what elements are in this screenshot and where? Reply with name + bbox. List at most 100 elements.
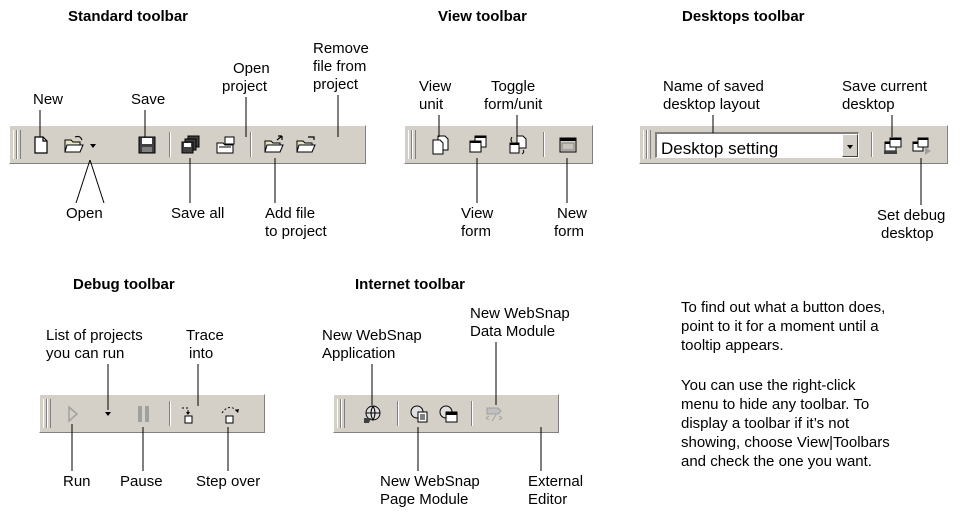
label-pause: Pause: [120, 473, 163, 490]
label-websnap-app-2: Application: [322, 345, 396, 362]
label-websnap-page-2: Page Module: [380, 491, 469, 508]
open-folder-icon: [64, 135, 84, 153]
new-form-icon: [559, 137, 577, 153]
websnap-page-module-icon: [410, 405, 428, 423]
label-new-form-2: form: [554, 223, 584, 240]
toolbar-separator: [871, 132, 873, 157]
save-all-button[interactable]: [180, 134, 202, 156]
label-trace-into-1: Trace: [186, 327, 224, 344]
desktops-toolbar: Desktop setting: [639, 125, 948, 164]
desktop-layout-value: Desktop setting: [661, 139, 779, 158]
callout-line: [75, 159, 91, 204]
standard-toolbar: [9, 125, 366, 164]
note-right-click: You can use the right-click menu to hide…: [681, 377, 890, 470]
label-view-form-2: form: [461, 223, 491, 240]
label-toggle-2: form/unit: [484, 96, 543, 113]
pause-button[interactable]: [133, 403, 155, 425]
standard-toolbar-title: Standard toolbar: [68, 8, 189, 25]
label-set-debug-1: Set debug: [877, 207, 946, 224]
run-projects-dropdown-button[interactable]: [102, 403, 114, 425]
label-desktop-name-2: desktop layout: [663, 96, 760, 113]
new-websnap-data-module-button[interactable]: [437, 403, 459, 425]
label-toggle-1: Toggle: [491, 78, 536, 95]
desktop-layout-select[interactable]: Desktop setting: [655, 132, 859, 158]
view-form-button[interactable]: [467, 134, 489, 156]
toggle-form-unit-button[interactable]: [507, 134, 529, 156]
label-websnap-data-2: Data Module: [470, 323, 556, 340]
label-websnap-app-1: New WebSnap: [322, 327, 422, 344]
open-button[interactable]: [63, 134, 85, 156]
new-websnap-page-module-button[interactable]: [408, 403, 430, 425]
toolbar-separator: [471, 401, 473, 426]
internet-toolbar: [333, 394, 559, 433]
debug-toolbar-title: Debug toolbar: [73, 276, 175, 293]
new-button[interactable]: [30, 134, 52, 156]
save-current-desktop-button[interactable]: [882, 134, 904, 156]
internet-toolbar-title: Internet toolbar: [355, 276, 466, 293]
set-debug-desktop-button[interactable]: [910, 134, 932, 156]
dropdown-arrow-icon: [90, 144, 96, 148]
label-new-form-1: New: [557, 205, 588, 222]
toolbar-separator: [543, 132, 545, 157]
label-remove-1: Remove: [313, 40, 369, 57]
new-websnap-application-button[interactable]: [362, 403, 384, 425]
new-form-button[interactable]: [557, 134, 579, 156]
websnap-application-icon: [364, 405, 381, 423]
label-list-projects-1: List of projects: [46, 327, 143, 344]
remove-file-from-project-button[interactable]: [295, 134, 317, 156]
label-remove-3: project: [313, 76, 359, 93]
label-view-unit-1: View: [419, 78, 452, 95]
run-triangle-icon: [68, 405, 79, 423]
label-set-debug-2: desktop: [881, 225, 934, 242]
desktops-toolbar-title: Desktops toolbar: [682, 8, 805, 25]
label-websnap-data-1: New WebSnap: [470, 305, 570, 322]
trace-into-icon: [182, 407, 193, 424]
open-dropdown-button[interactable]: [87, 134, 99, 156]
label-view-form-1: View: [461, 205, 494, 222]
toolbar-grip[interactable]: [341, 399, 345, 428]
trace-into-button[interactable]: [179, 403, 201, 425]
floppy-disk-icon: [138, 136, 156, 154]
toolbar-grip[interactable]: [47, 399, 51, 428]
label-run: Run: [63, 473, 91, 490]
new-file-icon: [34, 136, 48, 154]
callout-line: [89, 159, 105, 204]
toolbar-grip[interactable]: [412, 130, 416, 159]
toolbar-grip[interactable]: [647, 130, 651, 159]
toolbar-separator: [169, 401, 171, 426]
desktop-layout-dropdown-button[interactable]: [842, 134, 858, 157]
toolbar-grip[interactable]: [17, 130, 21, 159]
toolbar-separator: [397, 401, 399, 426]
add-file-icon: [264, 135, 284, 153]
remove-file-icon: [296, 136, 316, 153]
label-step-over: Step over: [196, 473, 261, 490]
step-over-icon: [221, 407, 239, 424]
label-websnap-page-1: New WebSnap: [380, 473, 480, 490]
label-desktop-name-1: Name of saved: [663, 78, 764, 95]
view-form-icon: [469, 135, 487, 153]
chevron-down-icon: [847, 145, 853, 149]
open-project-icon: [216, 136, 235, 154]
label-trace-into-2: into: [189, 345, 214, 362]
label-external-editor-1: External: [528, 473, 584, 490]
label-save-current-2: desktop: [842, 96, 895, 113]
view-toolbar-title: View toolbar: [438, 8, 527, 25]
label-save-current-1: Save current: [842, 78, 928, 95]
debug-toolbar: [39, 394, 265, 433]
dropdown-arrow-icon: [105, 412, 111, 416]
label-open-project-1: Open: [233, 60, 270, 77]
save-all-icon: [181, 135, 200, 154]
view-unit-button[interactable]: [430, 134, 452, 156]
pause-icon: [138, 406, 149, 422]
save-button[interactable]: [136, 134, 158, 156]
external-editor-button[interactable]: [483, 403, 505, 425]
add-file-to-project-button[interactable]: [263, 134, 285, 156]
run-button[interactable]: [62, 403, 84, 425]
label-add-file-1: Add file: [265, 205, 316, 222]
label-save: Save: [131, 91, 166, 108]
step-over-button[interactable]: [219, 403, 241, 425]
label-remove-2: file from: [313, 58, 367, 75]
save-desktop-icon: [884, 137, 902, 154]
open-project-button[interactable]: [215, 134, 237, 156]
label-open: Open: [66, 205, 103, 222]
